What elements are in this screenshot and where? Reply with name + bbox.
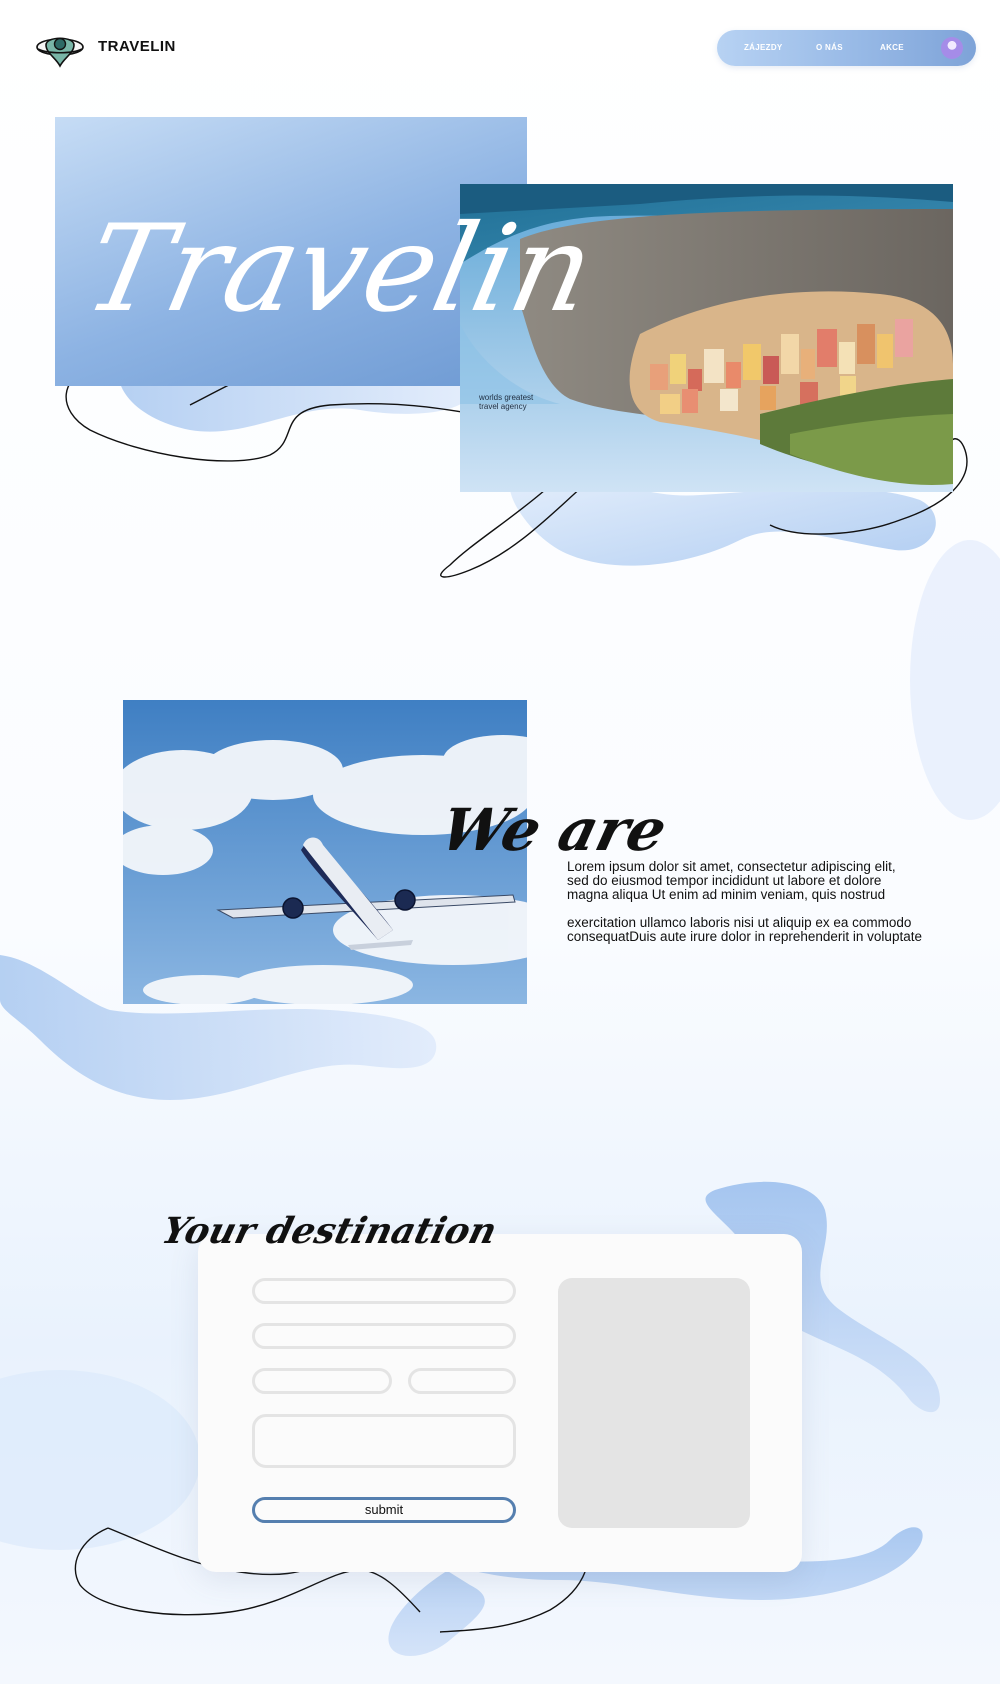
destination-form-card: submit xyxy=(198,1234,802,1572)
submit-button[interactable]: submit xyxy=(252,1497,516,1523)
about-line: exercitation ullamco laboris nisi ut ali… xyxy=(567,915,912,930)
hero-title-text: Travelin xyxy=(74,198,606,338)
about-heading-text: We are xyxy=(434,796,673,864)
about-paragraph-1: Lorem ipsum dolor sit amet, consectetur … xyxy=(567,860,977,902)
line-doodle-form-3 xyxy=(439,1571,586,1633)
destination-field-2[interactable] xyxy=(252,1323,516,1349)
brand-name: TRAVELIN xyxy=(98,38,176,55)
tagline-line-2: travel agency xyxy=(479,402,527,411)
line-doodle-photo xyxy=(440,479,591,578)
destination-heading: Your destination xyxy=(158,1210,501,1252)
destination-field-1[interactable] xyxy=(252,1278,516,1304)
about-line: Lorem ipsum dolor sit amet, consectetur … xyxy=(567,859,896,874)
destination-preview-panel xyxy=(558,1278,750,1528)
main-nav: ZÁJEZDY O NÁS AKCE xyxy=(717,30,976,66)
destination-field-4[interactable] xyxy=(408,1368,516,1394)
about-body: Lorem ipsum dolor sit amet, consectetur … xyxy=(567,860,977,958)
soft-glow xyxy=(910,540,1000,820)
nav-item-zajezdy[interactable]: ZÁJEZDY xyxy=(744,30,783,66)
about-line: sed do eiusmod tempor incididunt ut labo… xyxy=(567,873,882,888)
nav-item-akce[interactable]: AKCE xyxy=(880,30,904,66)
destination-field-3[interactable] xyxy=(252,1368,392,1394)
nav-item-o-nas[interactable]: O NÁS xyxy=(816,30,843,66)
hero-title: Travelin xyxy=(74,198,606,338)
about-line: magna aliqua Ut enim ad minim veniam, qu… xyxy=(567,887,886,902)
user-avatar-icon[interactable] xyxy=(941,37,963,59)
brand-logo-icon[interactable] xyxy=(34,28,86,68)
about-line: consequatDuis aute irure dolor in repreh… xyxy=(567,929,922,944)
soft-glow xyxy=(0,1370,200,1550)
destination-heading-text: Your destination xyxy=(158,1210,501,1252)
tagline-line-1: worlds greatest xyxy=(479,393,534,402)
destination-message-field[interactable] xyxy=(252,1414,516,1468)
hero-tagline: worlds greatest travel agency xyxy=(479,393,599,411)
about-paragraph-2: exercitation ullamco laboris nisi ut ali… xyxy=(567,916,977,944)
